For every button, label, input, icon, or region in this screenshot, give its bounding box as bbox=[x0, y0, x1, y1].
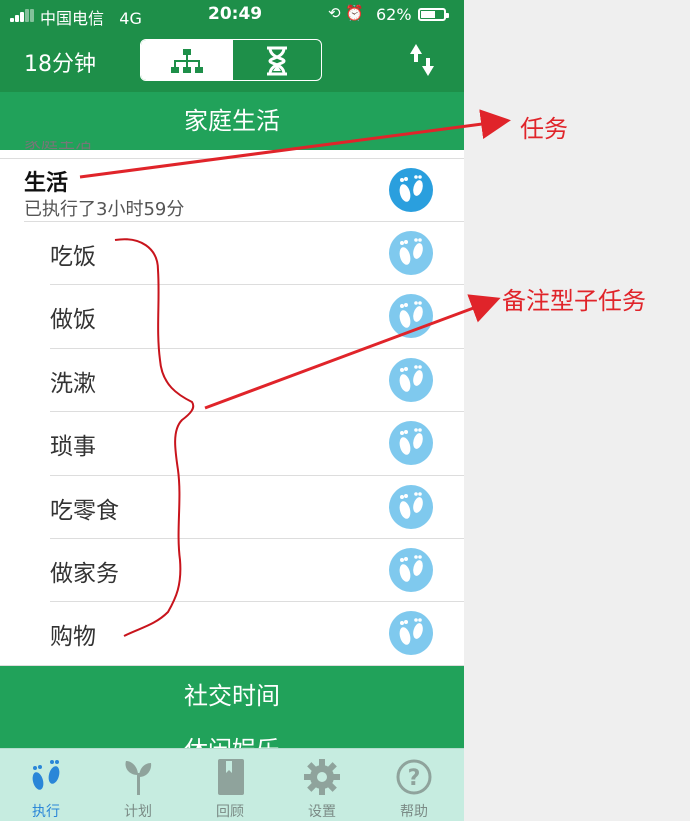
annotation-layer bbox=[79, 109, 511, 637]
subtask-brace bbox=[114, 238, 195, 637]
annotation-task-label: 任务 bbox=[520, 115, 568, 143]
annotation-subtask-label: 备注型子任务 bbox=[502, 287, 646, 315]
subtask-annotation-arrow bbox=[204, 294, 501, 410]
task-annotation-arrow bbox=[79, 109, 511, 179]
